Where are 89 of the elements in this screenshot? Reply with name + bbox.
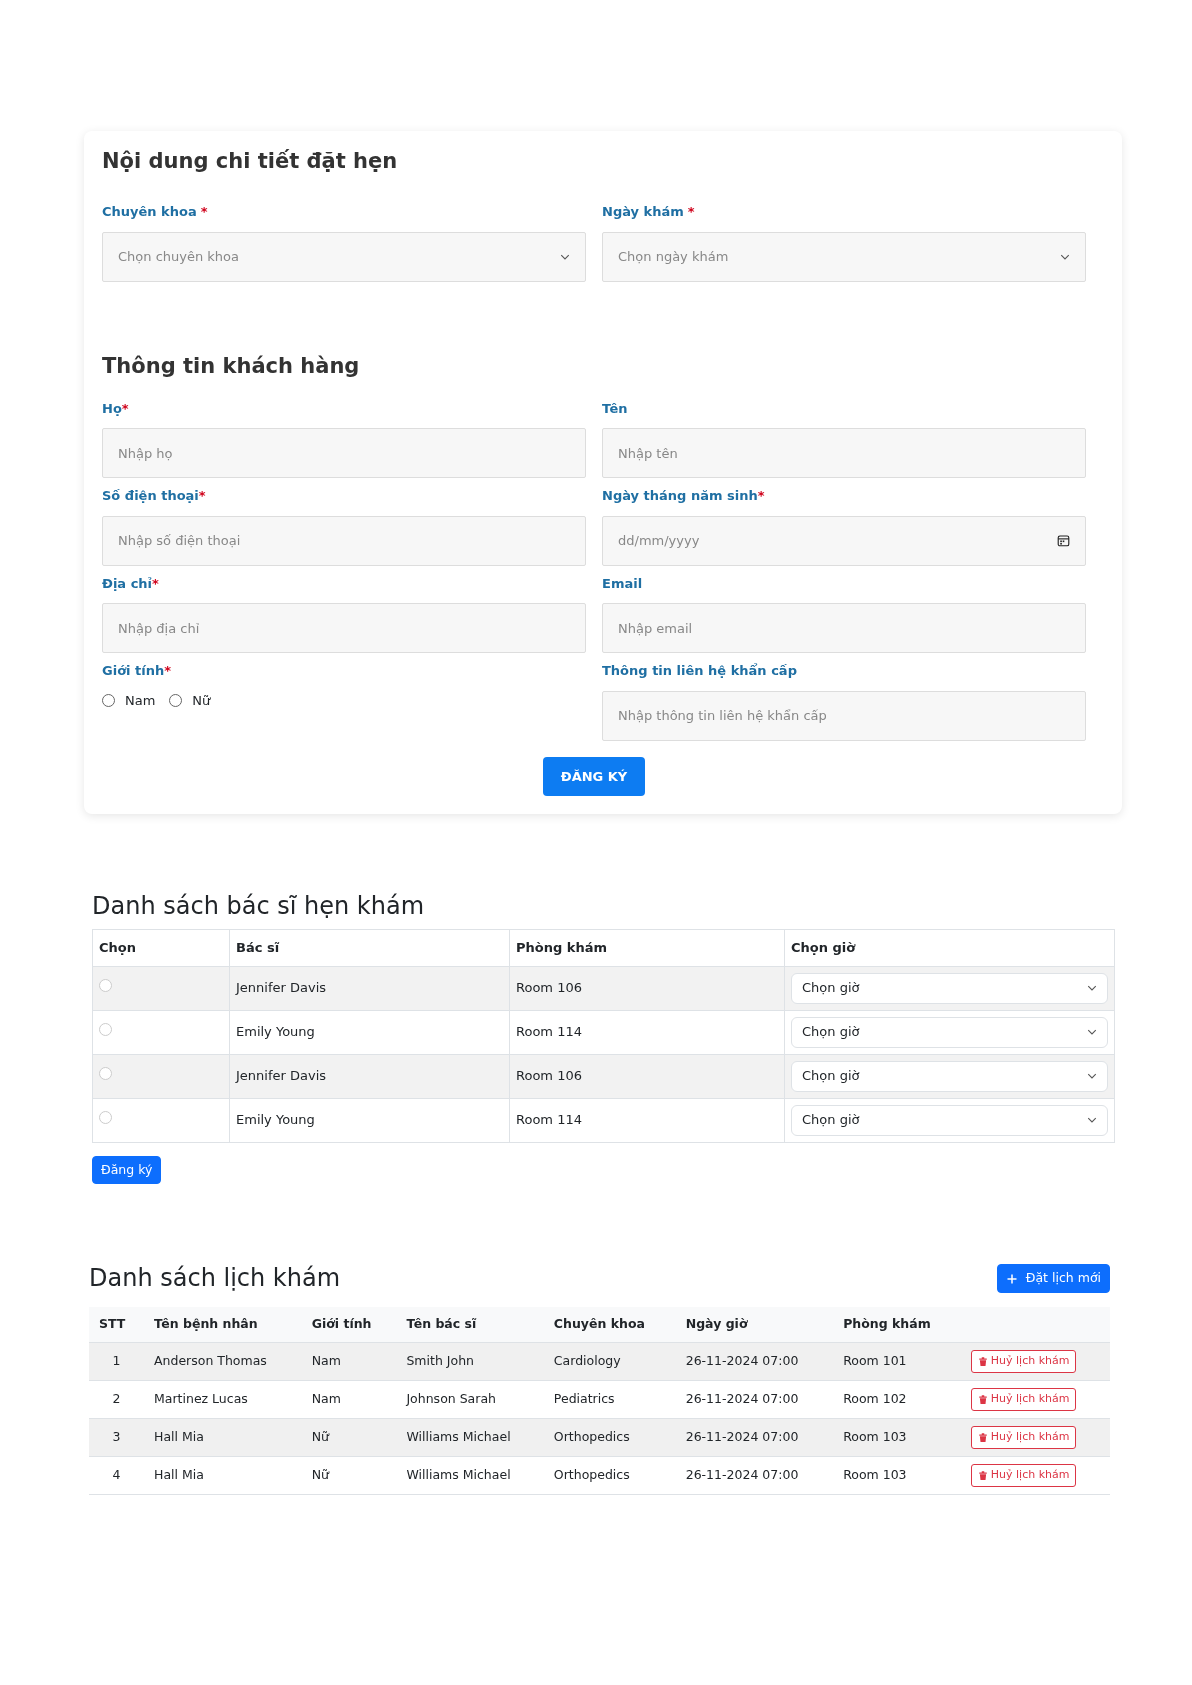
field-label: Địa chỉ* [102, 574, 159, 593]
section-heading: Danh sách lịch khám [89, 1264, 341, 1294]
table-cell: Pediatrics [543, 1380, 676, 1419]
table-cell: Room 103 [833, 1456, 961, 1495]
column-header: Giới tính [301, 1307, 397, 1343]
input-field[interactable]: Nhập tên [602, 428, 1086, 479]
trash-icon [977, 1469, 988, 1481]
field-label: Email [602, 574, 643, 593]
cancel-button[interactable]: Huỷ lịch khám [970, 1350, 1077, 1373]
table-cell: 26-11-2024 07:00 [675, 1456, 834, 1495]
section-title: Nội dung chi tiết đặt hẹn [102, 149, 399, 175]
table-cell: Orthopedics [543, 1456, 676, 1495]
table-cell: Room 114 [509, 1098, 785, 1143]
column-header: Ngày giờ [675, 1307, 834, 1343]
table-cell: Hall Mia [144, 1418, 302, 1457]
time-select[interactable]: Chọn giờ [791, 972, 1108, 1004]
time-select[interactable]: Chọn giờ [791, 1104, 1108, 1136]
column-header: Chọn giờ [784, 929, 1115, 967]
trash-icon [977, 1393, 988, 1405]
radio-label[interactable]: Nam [125, 690, 156, 711]
table-cell: Hall Mia [144, 1456, 302, 1495]
input-field[interactable]: Nhập email [602, 603, 1086, 654]
table-cell: Cardiology [543, 1342, 676, 1381]
table-cell: Room 102 [833, 1380, 961, 1419]
table-cell: 4 [89, 1456, 144, 1495]
table-cell: Nam [301, 1380, 397, 1419]
select-field[interactable]: Chọn ngày khám [602, 231, 1086, 282]
input-field[interactable]: Nhập số điện thoại [102, 515, 586, 566]
table-cell: Jennifer Davis [229, 1054, 510, 1099]
cancel-button[interactable]: Huỷ lịch khám [970, 1464, 1077, 1487]
register-button[interactable]: ĐĂNG KÝ [542, 756, 646, 797]
section-title: Thông tin khách hàng [102, 353, 361, 379]
select-field[interactable]: Chọn chuyên khoa [102, 231, 586, 282]
column-header: Bác sĩ [229, 929, 510, 967]
field-label: Ngày khám * [602, 203, 695, 222]
register-button[interactable]: Đăng ký [92, 1155, 162, 1185]
table-cell: Orthopedics [543, 1418, 676, 1457]
table-cell: Anderson Thomas [144, 1342, 302, 1381]
table-cell: Williams Michael [396, 1418, 544, 1457]
field-label: Tên [602, 399, 628, 418]
field-label: Giới tính* [102, 662, 172, 681]
cancel-button[interactable]: Huỷ lịch khám [970, 1426, 1077, 1449]
trash-icon [977, 1431, 988, 1443]
radio-label[interactable]: Nữ [192, 690, 211, 711]
field-label: Ngày tháng năm sinh* [602, 487, 765, 506]
trash-icon [977, 1355, 988, 1367]
table-cell: 3 [89, 1418, 144, 1457]
table-cell: Room 106 [509, 1054, 785, 1099]
table-cell: Nữ [301, 1418, 397, 1457]
table-cell: Room 103 [833, 1418, 961, 1457]
column-header: Chọn [92, 929, 230, 967]
table-cell: Emily Young [229, 1010, 510, 1055]
plus-icon [1005, 1272, 1018, 1285]
table-cell: 26-11-2024 07:00 [675, 1418, 834, 1457]
calendar-icon [1057, 534, 1070, 548]
table-cell: Room 101 [833, 1342, 961, 1381]
table-cell: Room 114 [509, 1010, 785, 1055]
cancel-button[interactable]: Huỷ lịch khám [970, 1388, 1077, 1411]
column-header: Phòng khám [509, 929, 785, 967]
table-cell: Jennifer Davis [229, 966, 510, 1011]
time-select[interactable]: Chọn giờ [791, 1016, 1108, 1048]
column-header: STT [89, 1307, 144, 1343]
table-cell: 1 [89, 1342, 144, 1381]
table-cell: 26-11-2024 07:00 [675, 1380, 834, 1419]
table-cell: Emily Young [229, 1098, 510, 1143]
field-label: Thông tin liên hệ khẩn cấp [602, 662, 797, 681]
table-cell: Nữ [301, 1456, 397, 1495]
table-cell: 2 [89, 1380, 144, 1419]
new-appointment-button[interactable]: Đặt lịch mới [996, 1264, 1110, 1294]
column-header: Tên bệnh nhân [144, 1307, 302, 1343]
table-cell: Martinez Lucas [144, 1380, 302, 1419]
section-heading: Danh sách bác sĩ hẹn khám [92, 892, 426, 922]
table-cell: 26-11-2024 07:00 [675, 1342, 834, 1381]
field-label: Họ* [102, 399, 129, 418]
input-field[interactable]: Nhập địa chỉ [102, 603, 586, 654]
input-field[interactable]: Nhập thông tin liên hệ khẩn cấp [602, 690, 1086, 741]
column-header: Chuyên khoa [543, 1307, 676, 1343]
table-cell: Nam [301, 1342, 397, 1381]
date-field[interactable]: dd/mm/yyyy [602, 515, 1086, 566]
table-cell: Smith John [396, 1342, 544, 1381]
field-label: Số điện thoại* [102, 487, 206, 506]
table-cell: Williams Michael [396, 1456, 544, 1495]
field-label: Chuyên khoa * [102, 203, 208, 222]
input-field[interactable]: Nhập họ [102, 428, 586, 479]
time-select[interactable]: Chọn giờ [791, 1060, 1108, 1092]
table-cell: Johnson Sarah [396, 1380, 544, 1419]
column-header: Phòng khám [833, 1307, 961, 1343]
column-header: Tên bác sĩ [396, 1307, 544, 1343]
table-cell: Room 106 [509, 966, 785, 1011]
